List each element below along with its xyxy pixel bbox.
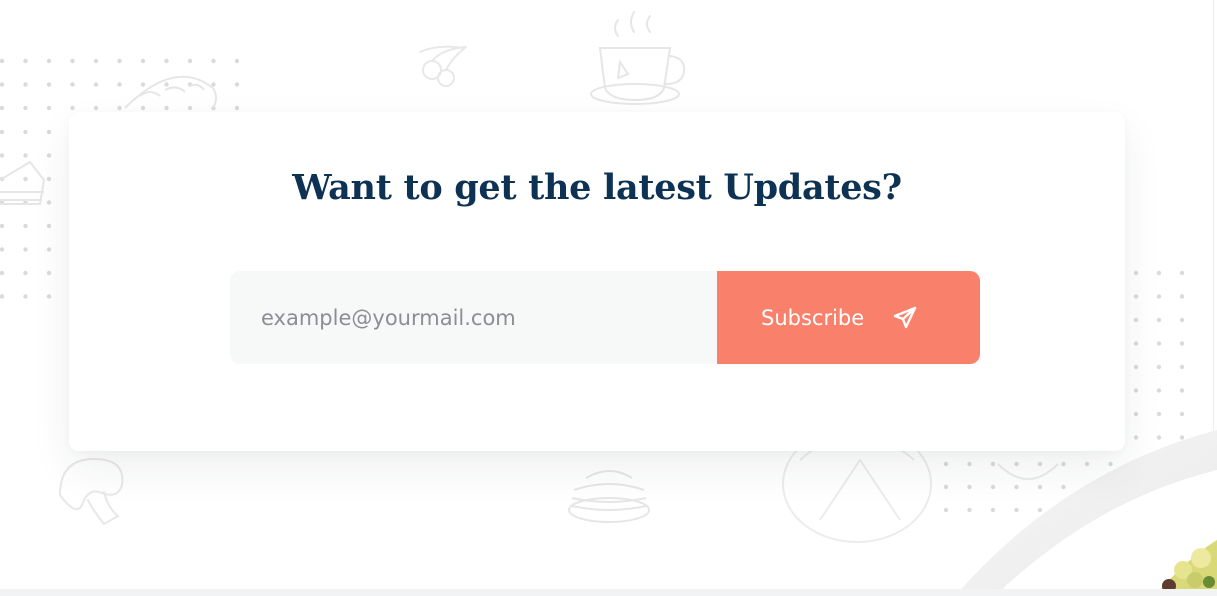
- paper-plane-icon: [892, 305, 918, 331]
- newsletter-title: Want to get the latest Updates?: [292, 167, 902, 208]
- subscribe-form: Subscribe: [230, 271, 980, 364]
- decorative-dot: [140, 105, 146, 111]
- decorative-dot: [46, 200, 52, 205]
- decorative-dot: [1179, 294, 1185, 299]
- decorative-dot: [943, 484, 949, 490]
- decorative-dot: [0, 294, 5, 299]
- decorative-dot: [1133, 317, 1139, 323]
- decorative-dot: [187, 58, 193, 64]
- decorative-dot: [46, 82, 52, 87]
- decorative-dot: [117, 82, 122, 87]
- decorative-dot: [1156, 317, 1162, 323]
- decorative-dot: [1156, 270, 1162, 276]
- decorative-dot: [1156, 364, 1162, 370]
- decorative-dot: [164, 58, 169, 64]
- decorative-dot: [0, 247, 5, 252]
- decorative-dot: [187, 105, 193, 111]
- decorative-dot: [70, 105, 75, 111]
- decorative-dot: [1179, 341, 1185, 346]
- subscribe-label: Subscribe: [761, 305, 865, 330]
- decorative-dot: [1133, 341, 1139, 346]
- decorative-dot: [23, 153, 28, 158]
- decorative-dot: [23, 247, 28, 252]
- decorative-dot: [46, 247, 52, 252]
- decorative-dot: [1179, 411, 1185, 417]
- email-field[interactable]: [230, 271, 718, 364]
- decorative-dot: [46, 294, 52, 299]
- newsletter-card: Want to get the latest Updates? Subscrib…: [69, 112, 1125, 451]
- decorative-dot: [46, 58, 52, 64]
- decorative-dot: [46, 129, 52, 135]
- decorative-dot: [23, 58, 28, 64]
- decorative-dot: [0, 105, 5, 111]
- decorative-dot: [1179, 388, 1185, 393]
- decorative-dot: [1133, 270, 1139, 276]
- decorative-dot: [0, 153, 5, 158]
- decorative-dot: [140, 58, 146, 64]
- decorative-dot: [23, 294, 28, 299]
- decorative-dot: [93, 105, 99, 111]
- decorative-dot: [1133, 411, 1139, 417]
- decorative-dot: [234, 58, 240, 64]
- decorative-dot: [1156, 388, 1162, 393]
- decorative-dot: [1179, 270, 1185, 276]
- decorative-dot: [0, 82, 5, 87]
- decorative-dot: [46, 270, 52, 276]
- decorative-dot: [93, 58, 99, 64]
- dot-grid-right: [1133, 270, 1185, 440]
- decorative-dot: [117, 105, 122, 111]
- decorative-dot: [0, 270, 5, 276]
- pie-doodle-icon: [124, 75, 217, 109]
- decorative-dot: [1133, 388, 1139, 393]
- decorative-dot: [23, 223, 28, 229]
- decorative-dot: [46, 105, 52, 111]
- decorative-dot: [93, 82, 99, 87]
- decorative-dot: [46, 223, 52, 229]
- decorative-dot: [164, 105, 169, 111]
- decorative-dot: [1156, 411, 1162, 417]
- decorative-dot: [211, 58, 216, 64]
- cherries-doodle-icon: [419, 45, 467, 87]
- decorative-dot: [0, 223, 5, 229]
- subscribe-button[interactable]: Subscribe: [717, 271, 980, 364]
- decorative-dot: [1156, 294, 1162, 299]
- decorative-dot: [117, 58, 122, 64]
- decorative-dot: [234, 105, 240, 111]
- footer-divider-strip: [0, 589, 1217, 596]
- decorative-dot: [0, 58, 5, 64]
- cake-slice-doodle-icon: [0, 160, 46, 205]
- teacup-doodle-icon: [590, 11, 686, 105]
- decorative-dot: [46, 176, 52, 182]
- decorative-dot: [164, 82, 169, 87]
- decorative-dot: [1179, 364, 1185, 370]
- plate-illustration: [955, 430, 1217, 596]
- pancakes-doodle-icon: [568, 470, 650, 523]
- decorative-dot: [23, 82, 28, 87]
- decorative-dot: [0, 129, 5, 135]
- decorative-dot: [23, 270, 28, 276]
- decorative-dot: [46, 153, 52, 158]
- decorative-dot: [1133, 294, 1139, 299]
- decorative-dot: [1179, 317, 1185, 323]
- decorative-dot: [140, 82, 146, 87]
- decorative-dot: [23, 176, 28, 182]
- decorative-dot: [943, 461, 949, 467]
- decorative-dot: [1156, 341, 1162, 346]
- decorative-dot: [23, 105, 28, 111]
- decorative-dot: [234, 82, 240, 87]
- food-plate-image: [955, 430, 1217, 596]
- decorative-dot: [1133, 364, 1139, 370]
- decorative-dot: [23, 129, 28, 135]
- decorative-dot: [70, 82, 75, 87]
- decorative-dot: [943, 507, 949, 513]
- dot-grid-top-left: [0, 58, 240, 111]
- mushroom-doodle-icon: [58, 457, 124, 526]
- decorative-dot: [70, 58, 75, 64]
- dot-grid-left-column: [0, 129, 52, 299]
